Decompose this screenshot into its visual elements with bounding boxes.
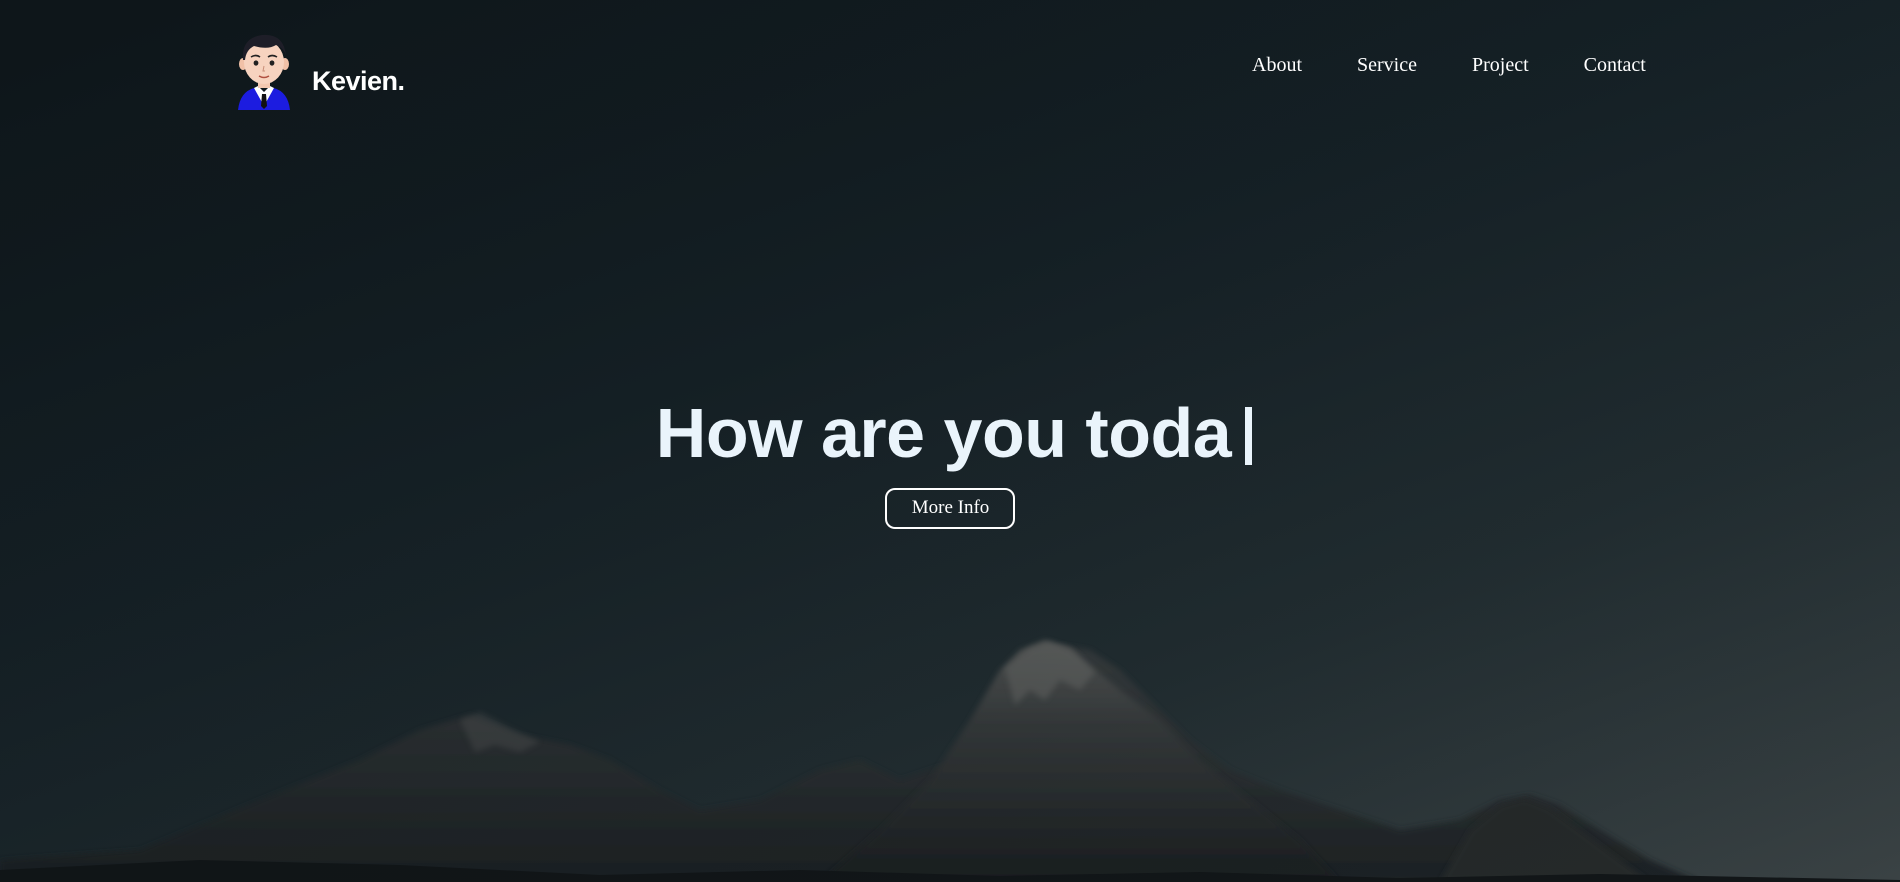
navbar: Kevien. About Service Project Contact	[0, 0, 1900, 140]
avatar-cartoon-man-icon	[238, 34, 290, 110]
hero-section: How are you toda More Info	[0, 390, 1900, 529]
nav-link-service[interactable]: Service	[1357, 54, 1417, 77]
typing-caret	[1245, 407, 1253, 465]
hero-headline: How are you toda	[655, 394, 1232, 472]
nav-menu: About Service Project Contact	[1252, 54, 1646, 77]
nav-link-about[interactable]: About	[1252, 54, 1302, 77]
nav-link-project[interactable]: Project	[1472, 54, 1529, 77]
more-info-button[interactable]: More Info	[884, 488, 1016, 529]
nav-link-contact[interactable]: Contact	[1584, 54, 1646, 77]
headline-container: How are you toda	[655, 390, 1253, 476]
brand-name: Kevien.	[312, 65, 405, 96]
brand-logo[interactable]: Kevien.	[232, 30, 405, 110]
